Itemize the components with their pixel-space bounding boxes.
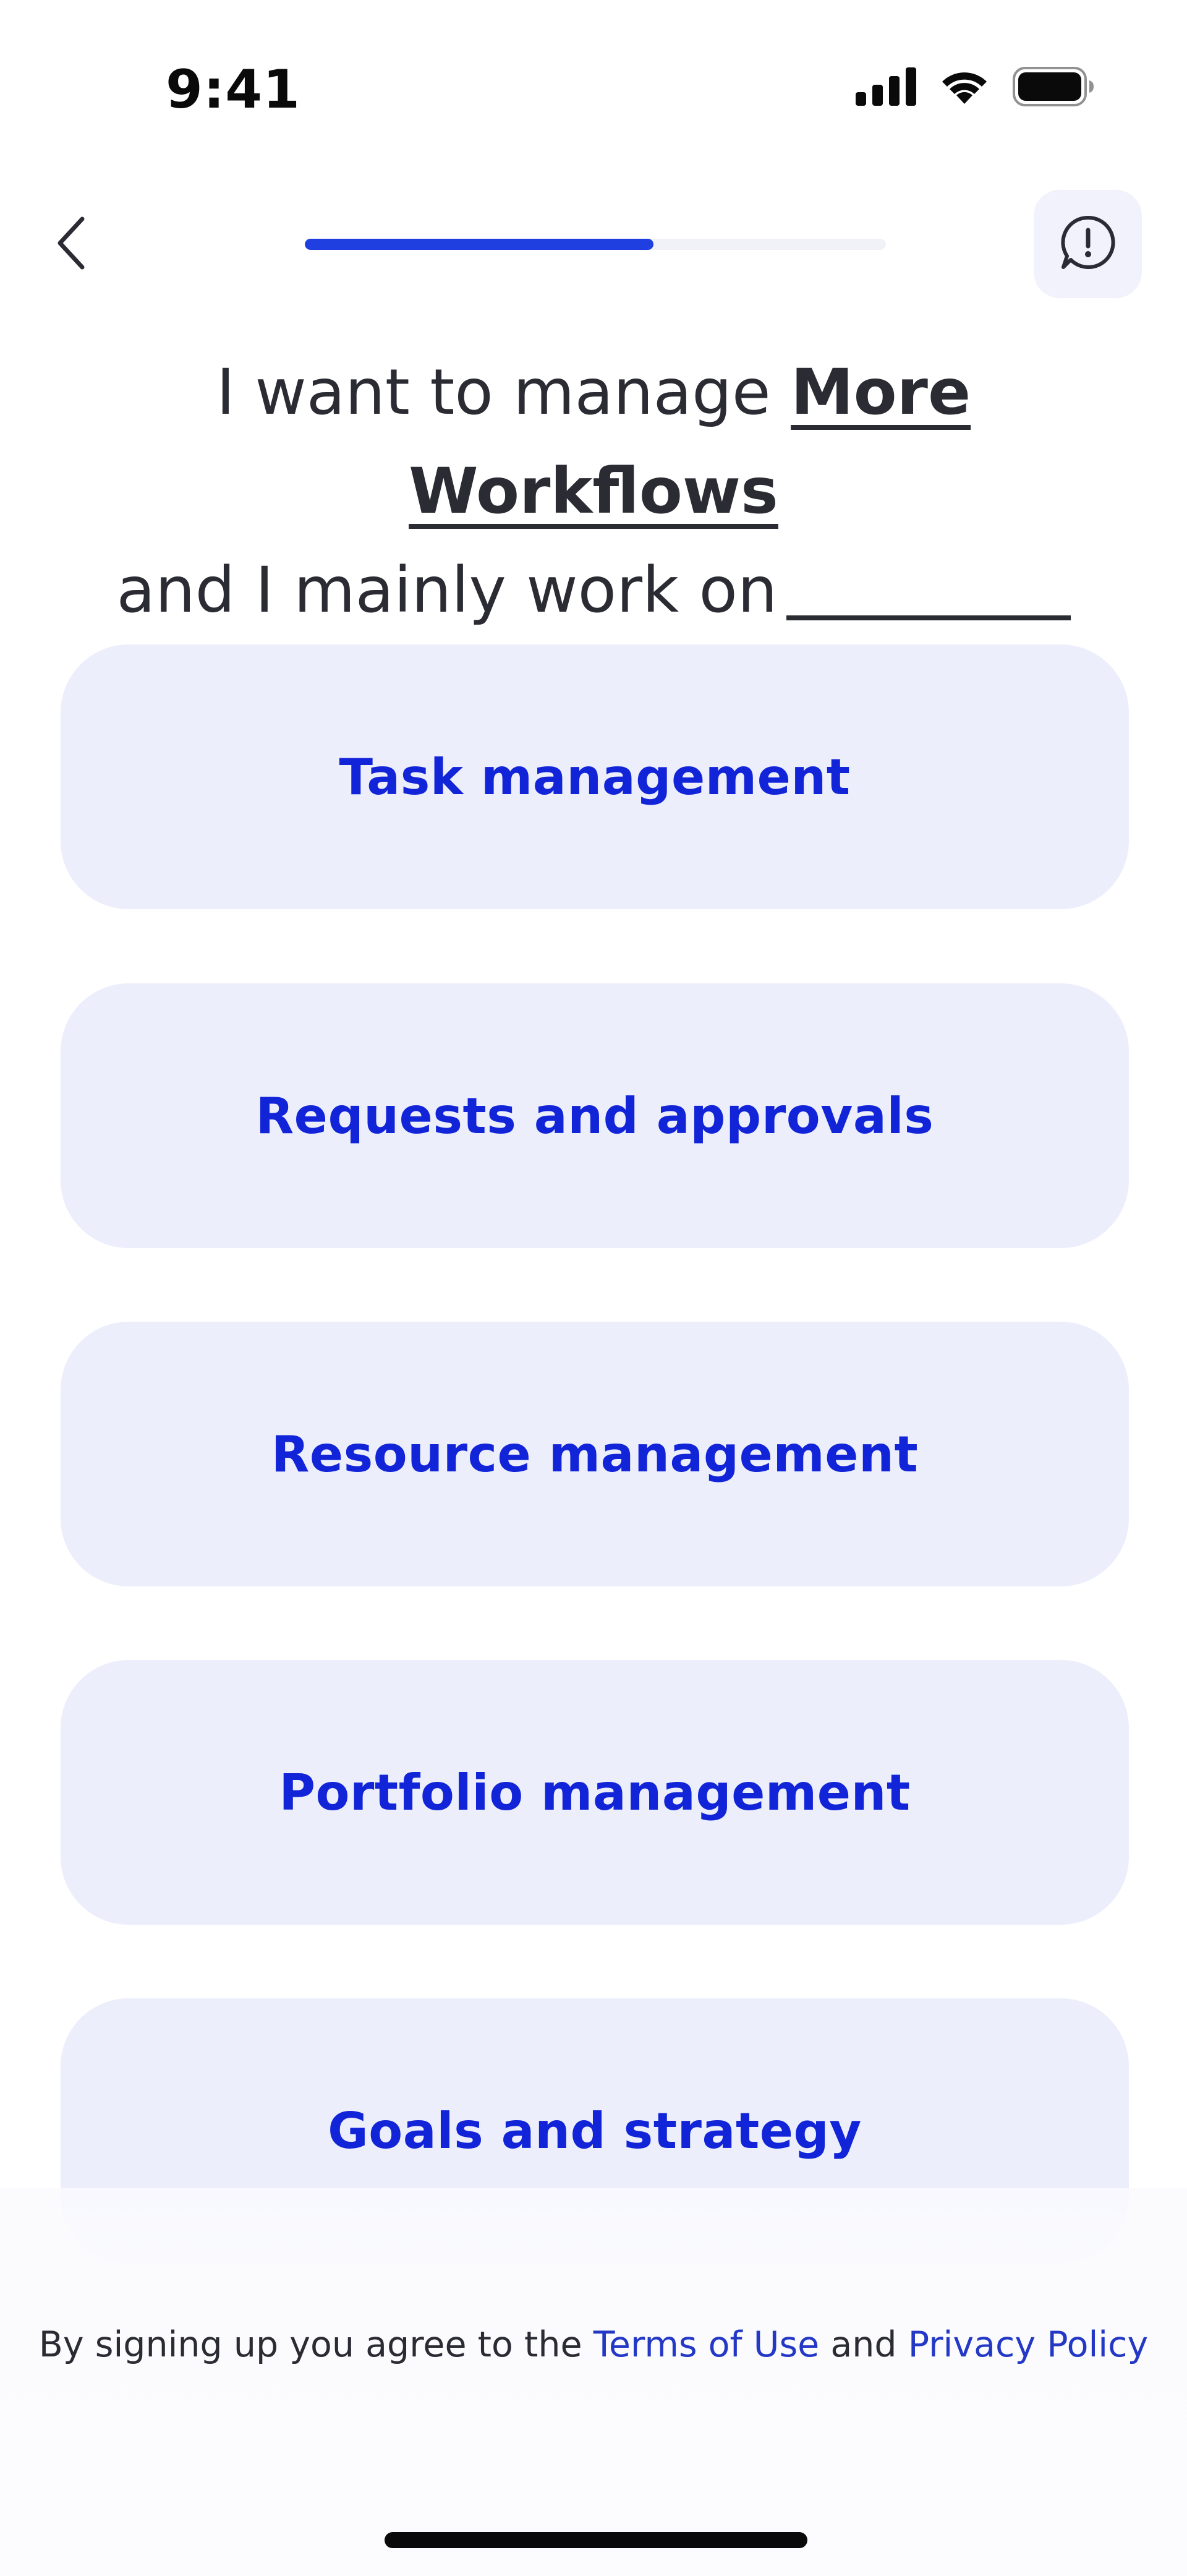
footer-panel — [0, 2188, 1187, 2576]
heading-prefix: I want to manage — [216, 356, 771, 429]
cellular-signal-icon — [856, 67, 916, 109]
answer-blank — [786, 615, 1071, 620]
status-icons — [856, 66, 1094, 110]
option-label: Task management — [339, 748, 851, 806]
chevron-left-icon — [54, 215, 88, 274]
status-time: 9:41 — [166, 59, 300, 121]
legal-text-before: By signing up you agree to the — [38, 2324, 582, 2365]
option-label: Resource management — [271, 1425, 919, 1483]
progress-fill — [305, 239, 653, 250]
home-indicator[interactable] — [385, 2532, 807, 2548]
option-label: Requests and approvals — [255, 1087, 934, 1145]
terms-of-use-link[interactable]: Terms of Use — [594, 2324, 820, 2365]
option-task-management[interactable]: Task management — [61, 644, 1129, 909]
heading-middle: and I mainly work on — [116, 554, 778, 627]
feedback-button[interactable] — [1034, 190, 1142, 298]
back-button[interactable] — [43, 210, 99, 278]
wifi-icon — [937, 67, 992, 109]
option-resource-management[interactable]: Resource management — [61, 1322, 1129, 1586]
exclamation-bubble-icon — [1060, 214, 1117, 274]
legal-notice: By signing up you agree to the Terms of … — [0, 2324, 1187, 2365]
question-heading: I want to manage More Workflows and I ma… — [37, 343, 1150, 640]
onboarding-progress-bar — [305, 239, 886, 250]
option-requests-and-approvals[interactable]: Requests and approvals — [61, 983, 1129, 1248]
option-portfolio-management[interactable]: Portfolio management — [61, 1660, 1129, 1925]
legal-text-middle: and — [830, 2324, 897, 2365]
option-label: Portfolio management — [279, 1763, 911, 1821]
onboarding-screen: 9:41 I want to manage More Workflows and… — [0, 0, 1187, 2576]
privacy-policy-link[interactable]: Privacy Policy — [908, 2324, 1148, 2365]
option-label: Goals and strategy — [328, 2102, 862, 2160]
battery-icon — [1013, 66, 1094, 109]
